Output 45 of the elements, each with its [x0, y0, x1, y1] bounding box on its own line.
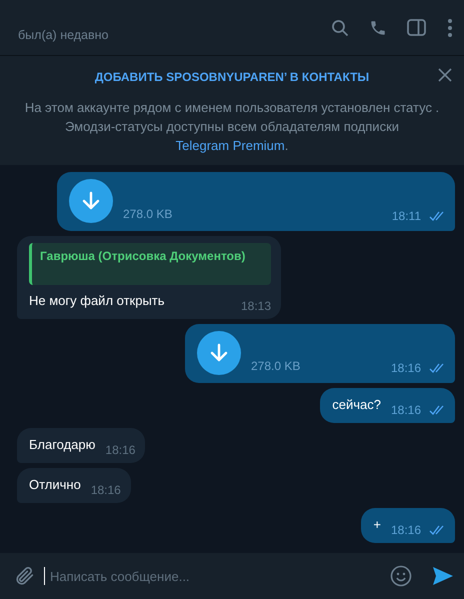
- quote-author: Гаврюша (Отрисовка Документов): [40, 249, 246, 263]
- message-text: Благодарю: [29, 436, 96, 454]
- file-size: 278.0 KB: [123, 207, 172, 221]
- paperclip-icon: [14, 565, 36, 587]
- contact-status: был(а) недавно: [18, 28, 110, 42]
- sidebar-icon: [407, 19, 426, 36]
- premium-link[interactable]: Telegram Premium: [176, 138, 285, 153]
- download-arrow-icon: [82, 191, 100, 211]
- add-contact-link[interactable]: ДОБАВИТЬ SPOSOBNYUPAREN’ В КОНТАКТЫ: [94, 70, 370, 84]
- call-button[interactable]: [369, 18, 387, 36]
- smiley-icon: [390, 565, 412, 587]
- more-button[interactable]: [448, 18, 452, 36]
- message-text: Отлично: [29, 476, 81, 494]
- more-icon: [448, 18, 452, 36]
- message-time: 18:13: [240, 299, 271, 313]
- search-icon: [331, 18, 349, 36]
- close-icon: [438, 68, 452, 82]
- send-icon: [432, 566, 454, 586]
- send-button[interactable]: [432, 566, 454, 586]
- message-time: 18:11: [392, 209, 421, 223]
- double-check-icon: [429, 363, 445, 373]
- download-arrow-icon: [210, 343, 228, 363]
- message-text: Не могу файл открыть: [29, 292, 165, 310]
- sidebar-toggle-button[interactable]: [407, 19, 426, 36]
- reply-quote[interactable]: Гаврюша (Отрисовка Документов): [29, 243, 271, 285]
- double-check-icon: [429, 405, 445, 415]
- emoji-button[interactable]: [390, 565, 412, 587]
- search-button[interactable]: [331, 18, 349, 36]
- double-check-icon: [429, 525, 445, 535]
- message-time: 18:16: [390, 523, 421, 537]
- phone-icon: [369, 18, 387, 36]
- download-button[interactable]: [69, 179, 113, 223]
- message-text: сейчас?: [332, 396, 381, 414]
- attach-button[interactable]: [14, 565, 36, 587]
- message-time: 18:16: [105, 443, 136, 457]
- file-size: 278.0 KB: [251, 359, 300, 373]
- message-time: 18:16: [390, 361, 421, 375]
- message-text: +: [373, 516, 381, 534]
- message-input[interactable]: Написать сообщение...: [48, 568, 382, 584]
- close-button[interactable]: [438, 68, 452, 82]
- message-time: 18:16: [90, 483, 121, 497]
- status-notice: На этом аккаунте рядом с именем пользователя установлен статус . Эмодзи-статусы доступны всем обладателям подписки Telegram Premium.: [24, 99, 440, 155]
- double-check-icon: [429, 211, 445, 221]
- message-time: 18:16: [390, 403, 421, 417]
- download-button[interactable]: [197, 331, 241, 375]
